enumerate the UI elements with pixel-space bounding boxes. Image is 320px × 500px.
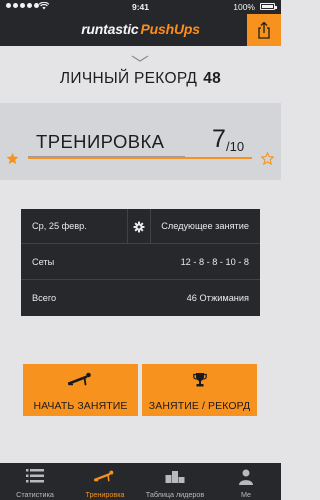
battery-percent: 100% — [233, 2, 255, 12]
tab-training-label: Тренировка — [85, 490, 125, 499]
training-current: 7 — [212, 125, 226, 153]
podium-icon — [165, 471, 185, 483]
personal-record-label: ЛИЧНЫЙ РЕКОРД — [59, 70, 198, 87]
tab-leaderboard-label: Таблица лидеров — [145, 490, 205, 499]
session-record-button[interactable]: ЗАНЯТИЕ / РЕКОРД — [142, 364, 257, 416]
tab-training[interactable]: Тренировка — [70, 463, 140, 500]
sets-label: Сеты — [32, 257, 55, 267]
total-label: Всего — [32, 293, 57, 303]
gear-icon — [133, 221, 145, 232]
session-date: Ср, 25 февр. — [32, 221, 87, 231]
share-button[interactable] — [247, 14, 281, 46]
training-panel[interactable]: ТРЕНИРОВКА 7 /10 — [0, 103, 281, 180]
training-total: /10 — [226, 139, 245, 154]
trophy-icon — [192, 373, 207, 387]
star-outline-icon — [261, 152, 274, 165]
training-progress-line — [28, 156, 252, 159]
app-header: 9:41 100% runtastic PushUps — [0, 0, 281, 46]
personal-record[interactable]: ЛИЧНЫЙ РЕКОРД 48 — [0, 55, 281, 95]
session-date-row: Ср, 25 февр. Следующее занятие — [21, 209, 260, 244]
start-session-label: НАЧАТЬ ЗАНЯТИЕ — [33, 400, 128, 412]
logo-runtastic: runtastic — [81, 21, 139, 37]
battery-icon — [260, 3, 277, 10]
tab-statistics[interactable]: Статистика — [0, 463, 70, 500]
chevron-down-icon — [131, 55, 149, 62]
profile-icon — [239, 469, 253, 485]
session-record-label: ЗАНЯТИЕ / РЕКОРД — [148, 400, 251, 412]
personal-record-text: ЛИЧНЫЙ РЕКОРД 48 — [0, 70, 281, 88]
session-total-row: Всего 46 Отжимания — [21, 281, 260, 316]
session-sets-row: Сеты 12 - 8 - 8 - 10 - 8 — [21, 245, 260, 280]
status-bar: 9:41 100% — [0, 0, 281, 14]
session-card: Ср, 25 февр. Следующее занятие Сеты 12 -… — [21, 209, 260, 316]
pushup-icon — [94, 470, 114, 482]
tab-bar: Статистика Тренировка Таблица лидеров Ме — [0, 463, 281, 500]
tab-me[interactable]: Ме — [211, 463, 281, 500]
pushup-icon — [67, 372, 91, 386]
tab-me-label: Ме — [240, 490, 252, 499]
training-label: ТРЕНИРОВКА — [36, 131, 165, 152]
tab-statistics-label: Статистика — [16, 490, 54, 499]
app-logo: runtastic PushUps — [0, 21, 281, 37]
total-value: 46 Отжимания — [186, 293, 249, 303]
list-icon — [26, 469, 44, 483]
star-icon — [6, 152, 19, 165]
start-session-button[interactable]: НАЧАТЬ ЗАНЯТИЕ — [23, 364, 138, 416]
share-icon — [258, 21, 270, 39]
settings-button[interactable] — [127, 209, 151, 244]
logo-pushups: PushUps — [140, 21, 200, 37]
next-session-label: Следующее занятие — [161, 221, 249, 231]
personal-record-value: 48 — [203, 70, 222, 87]
tab-leaderboard[interactable]: Таблица лидеров — [140, 463, 210, 500]
sets-value: 12 - 8 - 8 - 10 - 8 — [180, 257, 249, 267]
